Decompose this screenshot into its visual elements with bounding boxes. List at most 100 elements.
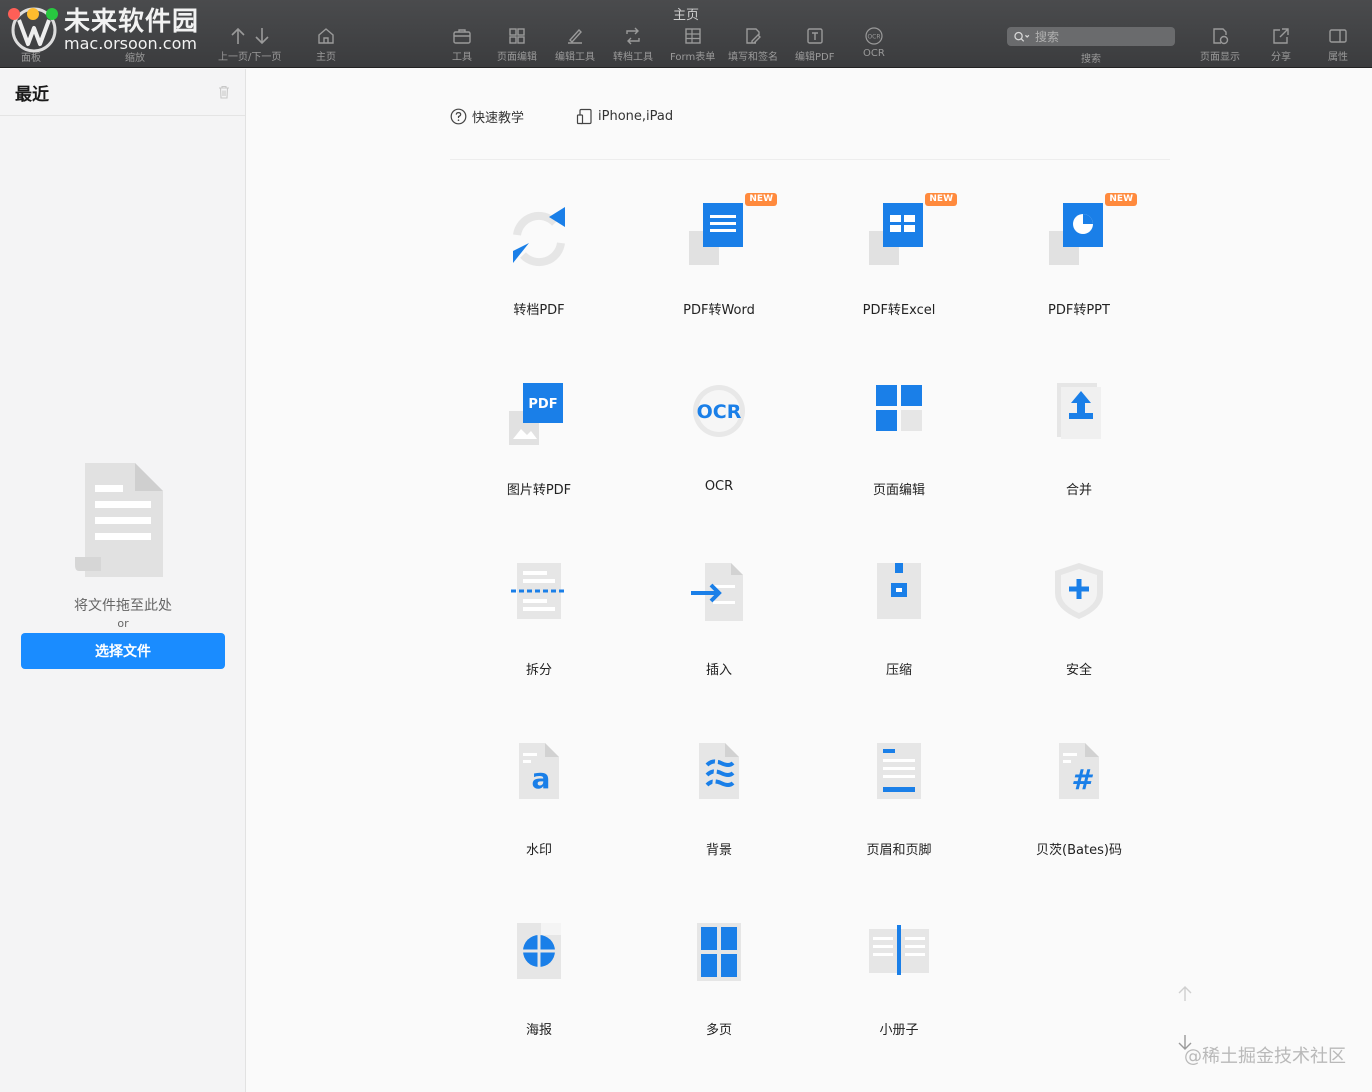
prev-next-button[interactable]: 上一页/下一页 [218, 26, 281, 63]
security-icon-wrap [1043, 563, 1115, 635]
panel-label: 面板 [21, 53, 41, 64]
tools-button[interactable]: 工具 [452, 26, 472, 63]
tool-background[interactable]: 背景 [639, 743, 799, 858]
edit-tools-label: 编辑工具 [555, 52, 595, 63]
page-edit-icon [876, 385, 922, 431]
tool-label: PDF转PPT [1048, 303, 1110, 318]
ocr-toolbar-label: OCR [863, 48, 885, 59]
tool-multi-page[interactable]: 多页 [639, 923, 799, 1038]
tool-merge[interactable]: 合并 [999, 383, 1159, 498]
convert-pdf-icon-wrap [503, 203, 575, 275]
toolbox-icon [453, 29, 471, 44]
bates-icon: # [1059, 743, 1099, 799]
edit-icon [568, 28, 582, 44]
tool-ocr[interactable]: OCR OCR [639, 383, 799, 494]
page-display-button[interactable]: 页面显示 [1200, 26, 1240, 63]
pdf-to-ppt-icon-wrap: NEW [1043, 193, 1137, 275]
sidebar: 最近 将文件拖至此处 or 选择文件 [0, 69, 246, 1092]
iphone-ipad-link[interactable]: iPhone,iPad [576, 108, 673, 125]
watermark-icon: a [519, 743, 559, 799]
page-display-icon [1213, 28, 1229, 45]
background-icon [699, 743, 739, 799]
text-box-icon [807, 28, 823, 44]
choose-file-button[interactable]: 选择文件 [21, 633, 225, 669]
multi-page-icon [697, 923, 741, 981]
or-text: or [117, 617, 129, 630]
ocr-toolbar-button[interactable]: OCR OCR [863, 26, 885, 59]
home-button[interactable]: 主页 [316, 26, 336, 63]
split-icon [511, 563, 567, 619]
pdf-to-word-icon-wrap: NEW [683, 193, 777, 275]
background-icon-wrap [683, 743, 755, 815]
tool-convert-pdf[interactable]: 转档PDF [459, 203, 619, 318]
ocr-icon: OCR [865, 27, 883, 45]
form-button[interactable]: Form表单 [670, 26, 715, 63]
sign-icon [746, 28, 761, 44]
security-icon [1055, 563, 1103, 619]
properties-button[interactable]: 属性 [1328, 26, 1348, 63]
close-window-button[interactable] [8, 8, 20, 20]
new-badge: NEW [925, 193, 957, 206]
convert-pdf-icon [513, 207, 565, 267]
prev-next-label: 上一页/下一页 [218, 52, 282, 63]
convert-tools-button[interactable]: 转档工具 [613, 26, 653, 63]
tool-header-footer[interactable]: 页眉和页脚 [819, 743, 979, 858]
window-title: 主页 [672, 8, 699, 23]
insert-icon-wrap [683, 563, 755, 635]
tool-poster[interactable]: 海报 [459, 923, 619, 1038]
ocr-glyph: OCR [697, 401, 742, 423]
page-edit-icon-wrap [863, 383, 935, 455]
zoom-window-button[interactable] [46, 8, 58, 20]
image-to-pdf-glyph: PDF [528, 397, 557, 412]
tool-label: 水印 [525, 843, 552, 858]
tool-pdf-to-word[interactable]: NEW PDF转Word [639, 193, 799, 318]
zoom-label: 缩放 [125, 53, 145, 64]
tool-booklet[interactable]: 小册子 [819, 923, 979, 1038]
page-edit-toolbar-label: 页面编辑 [497, 52, 537, 63]
zoom-button[interactable]: 缩放 [125, 49, 145, 64]
footer-watermark: @稀土掘金技术社区 [1184, 1046, 1346, 1067]
watermark-icon-wrap: a [503, 743, 575, 815]
tools-label: 工具 [452, 52, 472, 63]
tool-insert[interactable]: 插入 [639, 563, 799, 678]
minimize-window-button[interactable] [27, 8, 39, 20]
tool-compress[interactable]: 压缩 [819, 563, 979, 678]
window-controls [8, 8, 58, 20]
form-label: Form表单 [670, 52, 716, 63]
panel-button[interactable]: 面板 [21, 49, 41, 64]
search-box[interactable] [1007, 27, 1175, 46]
search-input[interactable] [1035, 29, 1165, 44]
edit-tools-button[interactable]: 编辑工具 [555, 26, 595, 63]
compress-icon-wrap [863, 563, 935, 635]
home-icon [318, 28, 334, 44]
help-icon [450, 108, 467, 125]
share-label: 分享 [1271, 52, 1291, 63]
grid-icon [509, 28, 525, 44]
tool-split[interactable]: 拆分 [459, 563, 619, 678]
tool-label: PDF转Word [683, 303, 755, 318]
tool-watermark[interactable]: a 水印 [459, 743, 619, 858]
tool-security[interactable]: 安全 [999, 563, 1159, 678]
poster-icon [517, 923, 561, 979]
page-edit-toolbar-button[interactable]: 页面编辑 [497, 26, 537, 63]
fill-sign-label: 填写和签名 [728, 52, 778, 63]
drop-area[interactable]: 将文件拖至此处 or 选择文件 [0, 459, 246, 669]
tool-bates[interactable]: # 贝茨(Bates)码 [999, 743, 1159, 858]
share-button[interactable]: 分享 [1271, 26, 1291, 63]
fill-sign-button[interactable]: 填写和签名 [728, 26, 778, 63]
main-content: 快速教学 iPhone,iPad 转档PDF NEW PDF转Word NEW … [247, 69, 1372, 1092]
tool-page-edit[interactable]: 页面编辑 [819, 383, 979, 498]
trash-icon[interactable] [216, 84, 232, 100]
page-display-label: 页面显示 [1200, 52, 1240, 63]
edit-pdf-button[interactable]: 编辑PDF [795, 26, 834, 63]
tool-label: PDF转Excel [862, 303, 936, 318]
tool-pdf-to-excel[interactable]: NEW PDF转Excel [819, 193, 979, 318]
scroll-up-icon[interactable] [1174, 983, 1196, 1005]
header-footer-icon-wrap [863, 743, 935, 815]
tool-pdf-to-ppt[interactable]: NEW PDF转PPT [999, 193, 1159, 318]
watermark-line1: 未来软件园 [64, 7, 200, 37]
tool-label: 多页 [705, 1023, 732, 1038]
tool-image-to-pdf[interactable]: PDF 图片转PDF [459, 383, 619, 498]
quick-tutorial-link[interactable]: 快速教学 [450, 107, 524, 126]
tool-label: 安全 [1065, 663, 1092, 678]
